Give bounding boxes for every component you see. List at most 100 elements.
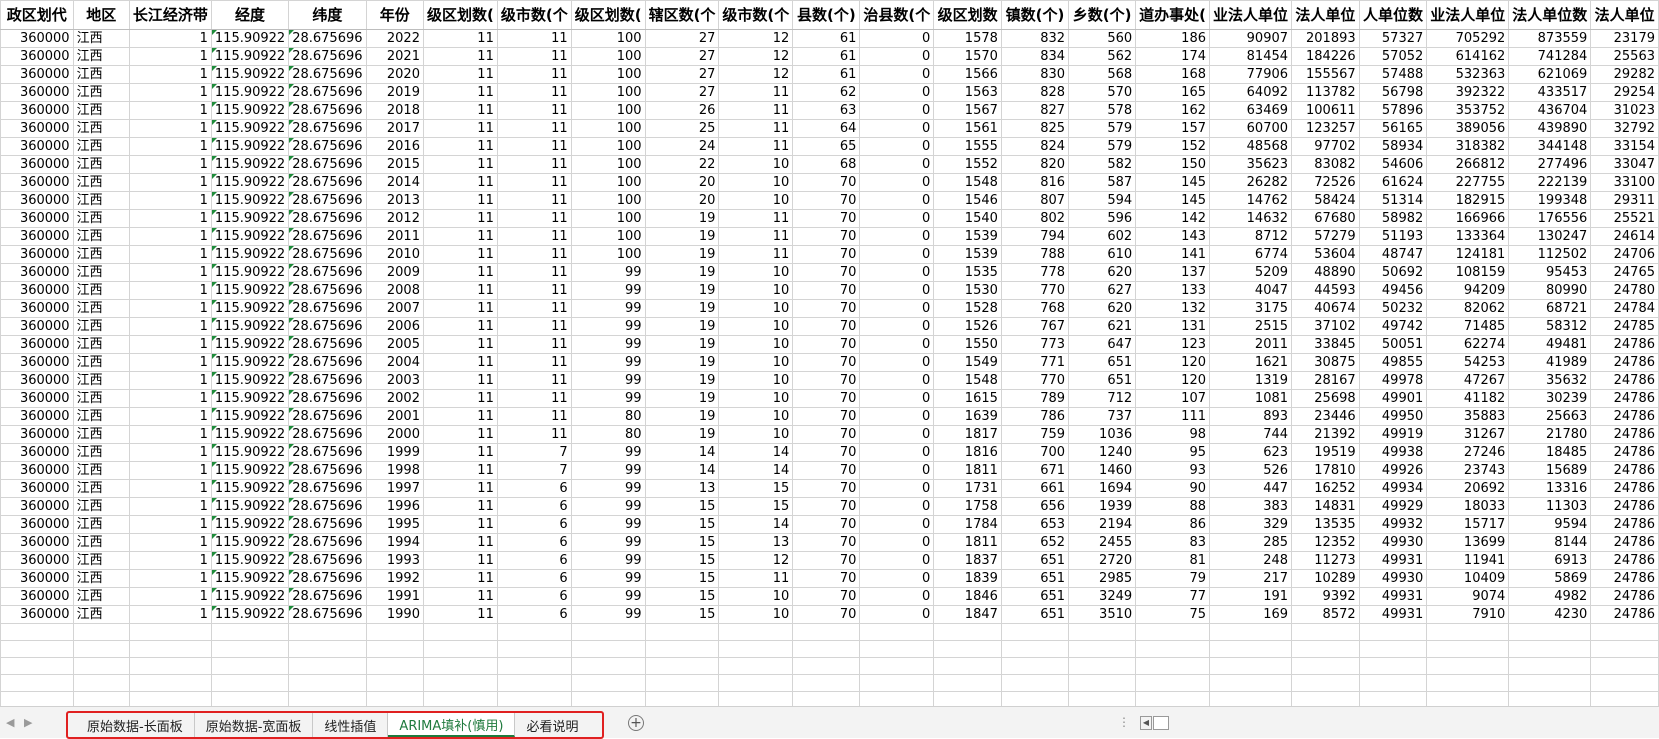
cell[interactable]: 49926 (1358, 461, 1428, 480)
cell[interactable]: 24786 (1590, 533, 1659, 552)
cell[interactable] (0, 657, 74, 675)
cell[interactable]: 24786 (1590, 587, 1659, 606)
cell[interactable]: 627 (1068, 281, 1137, 300)
cell[interactable]: 11 (718, 569, 794, 588)
cell[interactable]: 江西 (72, 389, 130, 408)
cell[interactable]: 11 (422, 83, 498, 102)
cell[interactable]: 24786 (1590, 443, 1659, 462)
cell[interactable]: 318382 (1426, 137, 1510, 156)
cell[interactable]: 1578 (933, 29, 1002, 48)
cell[interactable]: 99 (570, 299, 646, 318)
cell[interactable]: 99 (570, 371, 646, 390)
cell[interactable]: 58934 (1358, 137, 1428, 156)
cell[interactable] (72, 640, 130, 658)
cell[interactable]: 20 (644, 173, 720, 192)
cell[interactable]: 11 (718, 83, 794, 102)
cell[interactable]: 24706 (1590, 245, 1659, 264)
cell[interactable] (933, 674, 1002, 692)
cell[interactable]: 621 (1068, 317, 1137, 336)
cell[interactable] (1208, 623, 1293, 641)
cell[interactable]: 江西 (72, 299, 130, 318)
cell[interactable]: 47267 (1426, 371, 1510, 390)
cell[interactable]: 江西 (72, 65, 130, 84)
cell[interactable]: 433517 (1508, 83, 1592, 102)
cell[interactable]: 28.675696 (288, 335, 367, 354)
cell[interactable] (859, 691, 935, 706)
cell[interactable]: 28.675696 (288, 443, 367, 462)
cell[interactable]: 24765 (1590, 263, 1659, 282)
cell[interactable]: 64 (792, 119, 861, 138)
cell[interactable]: 360000 (0, 461, 74, 480)
cell[interactable]: 651 (1000, 569, 1070, 588)
cell[interactable]: 15717 (1426, 515, 1510, 534)
cell[interactable] (288, 623, 367, 641)
sheet-tab[interactable]: ARIMA填补(慎用) (388, 713, 516, 737)
cell[interactable]: 1 (128, 533, 212, 552)
cell[interactable]: 12 (718, 47, 794, 66)
cell[interactable]: 152 (1135, 137, 1210, 156)
cell[interactable]: 17810 (1291, 461, 1360, 480)
cell[interactable]: 11 (422, 173, 498, 192)
cell[interactable]: 6 (496, 515, 572, 534)
cell[interactable] (1590, 623, 1659, 641)
cell[interactable]: 70 (792, 587, 861, 606)
cell[interactable]: 58424 (1291, 191, 1360, 210)
cell[interactable] (210, 623, 290, 641)
cell[interactable]: 1 (128, 47, 212, 66)
cell[interactable]: 49978 (1358, 371, 1428, 390)
cell[interactable]: 2018 (365, 101, 424, 120)
cell[interactable] (1291, 657, 1360, 675)
cell[interactable]: 25663 (1508, 407, 1592, 426)
cell[interactable]: 28.675696 (288, 353, 367, 372)
cell[interactable]: 71485 (1426, 317, 1510, 336)
cell[interactable]: 11 (496, 281, 572, 300)
cell[interactable]: 33845 (1291, 335, 1360, 354)
cell[interactable]: 0 (859, 515, 935, 534)
cell[interactable]: 1784 (933, 515, 1002, 534)
cell[interactable]: 1540 (933, 209, 1002, 228)
cell[interactable]: 100 (570, 209, 646, 228)
cell[interactable]: 1550 (933, 335, 1002, 354)
cell[interactable]: 112502 (1508, 245, 1592, 264)
cell[interactable]: 360000 (0, 497, 74, 516)
cell[interactable]: 771 (1000, 353, 1070, 372)
cell[interactable]: 7910 (1426, 605, 1510, 624)
cell[interactable]: 41182 (1426, 389, 1510, 408)
cell[interactable]: 115.90922 (210, 29, 290, 48)
cell[interactable]: 33154 (1590, 137, 1659, 156)
cell[interactable]: 100 (570, 245, 646, 264)
cell[interactable]: 1 (128, 173, 212, 192)
cell[interactable] (0, 640, 74, 658)
sheet-tab[interactable]: 线性插值 (313, 713, 389, 737)
cell[interactable]: 14 (718, 515, 794, 534)
cell[interactable]: 2002 (365, 389, 424, 408)
cell[interactable]: 1839 (933, 569, 1002, 588)
cell[interactable]: 77 (1135, 587, 1210, 606)
cell[interactable]: 143 (1135, 227, 1210, 246)
cell[interactable]: 389056 (1426, 119, 1510, 138)
cell[interactable] (128, 674, 212, 692)
cell[interactable]: 51193 (1358, 227, 1428, 246)
cell[interactable]: 24786 (1590, 389, 1659, 408)
cell[interactable]: 19 (644, 263, 720, 282)
cell[interactable]: 568 (1068, 65, 1137, 84)
cell[interactable] (0, 623, 74, 641)
cell[interactable]: 10 (718, 191, 794, 210)
cell[interactable]: 49931 (1358, 605, 1428, 624)
cell[interactable]: 99 (570, 263, 646, 282)
cell[interactable]: 873559 (1508, 29, 1592, 48)
cell[interactable]: 532363 (1426, 65, 1510, 84)
cell[interactable]: 2720 (1068, 551, 1137, 570)
cell[interactable] (1590, 657, 1659, 675)
cell[interactable]: 10 (718, 371, 794, 390)
cell[interactable]: 20692 (1426, 479, 1510, 498)
cell[interactable]: 70 (792, 245, 861, 264)
cell[interactable]: 28.675696 (288, 65, 367, 84)
ellipsis-icon[interactable]: ⋮ (1118, 715, 1130, 729)
cell[interactable]: 436704 (1508, 101, 1592, 120)
cell[interactable] (570, 657, 646, 675)
cell[interactable]: 11 (422, 299, 498, 318)
cell[interactable]: 794 (1000, 227, 1070, 246)
cell[interactable]: 1 (128, 191, 212, 210)
cell[interactable]: 1 (128, 83, 212, 102)
